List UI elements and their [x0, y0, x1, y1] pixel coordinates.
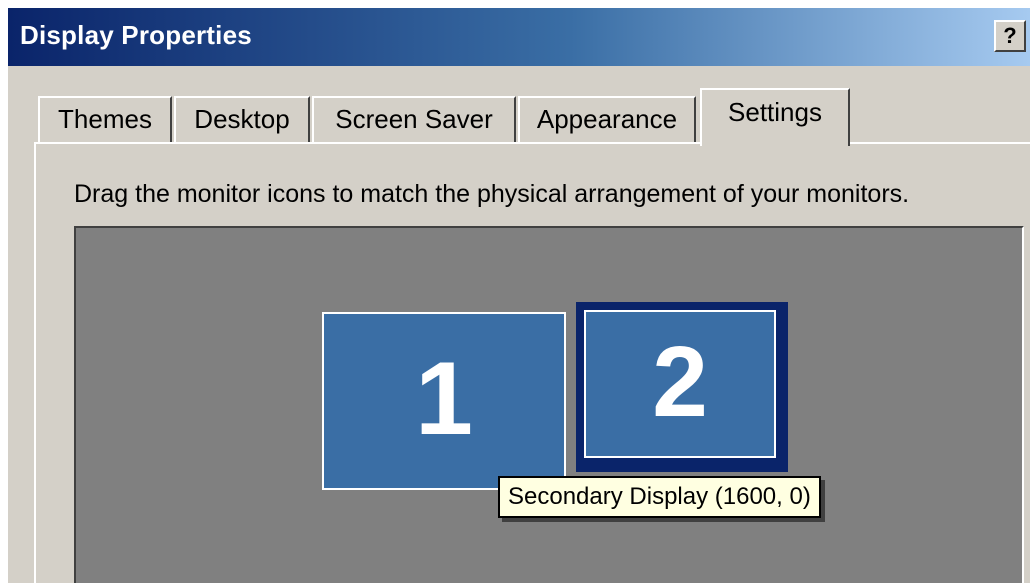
tab-settings[interactable]: Settings — [700, 88, 850, 146]
monitor-2-icon[interactable]: 2 — [584, 310, 776, 458]
title-bar[interactable]: Display Properties ? — [8, 8, 1030, 66]
tab-themes[interactable]: Themes — [38, 96, 172, 142]
monitor-2-selection-frame[interactable]: 2 — [576, 302, 788, 472]
tab-bar: Themes Desktop Screen Saver Appearance S… — [8, 66, 1030, 150]
help-button[interactable]: ? — [994, 20, 1026, 52]
monitor-arrangement-area[interactable]: 1 2 Secondary Display (1600, 0) — [74, 226, 1024, 583]
window-title: Display Properties — [20, 20, 252, 50]
monitor-1-icon[interactable]: 1 — [322, 312, 566, 490]
arrangement-instruction: Drag the monitor icons to match the phys… — [74, 180, 910, 208]
tab-appearance[interactable]: Appearance — [518, 96, 696, 142]
monitor-tooltip: Secondary Display (1600, 0) — [498, 476, 821, 518]
tab-desktop[interactable]: Desktop — [174, 96, 310, 142]
display-properties-window: Display Properties ? Themes Desktop Scre… — [8, 8, 1030, 583]
tab-screen-saver[interactable]: Screen Saver — [312, 96, 516, 142]
